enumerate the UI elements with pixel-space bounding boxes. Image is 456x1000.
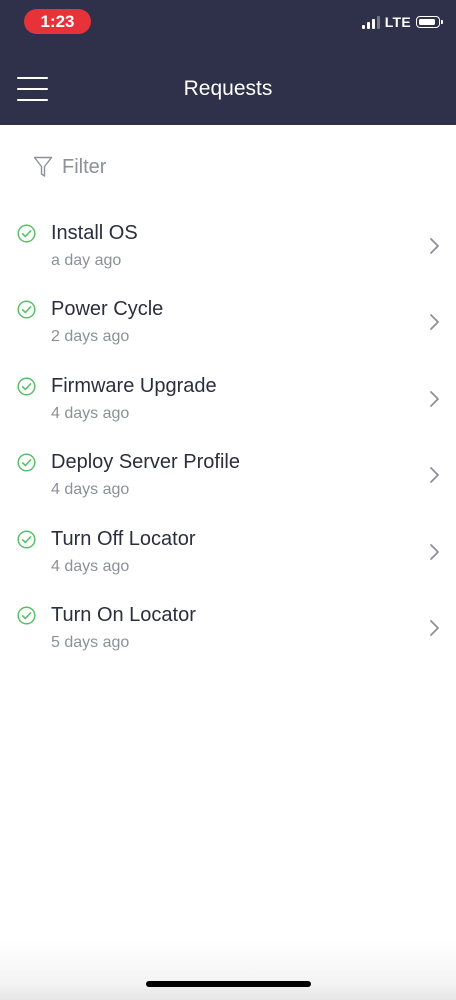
list-item[interactable]: Turn On Locator 5 days ago [0,592,456,668]
filter-placeholder: Filter [62,155,107,178]
check-circle-icon [17,453,36,472]
signal-icon [361,15,380,29]
list-item[interactable]: Firmware Upgrade 4 days ago [0,363,456,439]
check-circle-icon [17,530,36,549]
chevron-right-icon [430,620,439,636]
check-circle-icon [17,606,36,625]
page-title: Requests [183,77,273,100]
chevron-right-icon [430,238,439,254]
check-circle-icon [17,224,36,243]
network-label: LTE [384,14,411,30]
chevron-right-icon [430,314,439,331]
request-time: 4 days ago [51,557,130,575]
list-item[interactable]: Deploy Server Profile 4 days ago [0,439,456,515]
request-title: Turn Off Locator [51,527,196,550]
request-title: Deploy Server Profile [51,451,240,474]
check-circle-icon [17,300,36,319]
request-title: Install OS [51,222,138,244]
status-indicators: LTE [361,14,443,30]
chevron-right-icon [430,467,439,484]
status-time: 1:23 [24,9,91,34]
requests-screen: 1:23 LTE Requests Filter Install OSa da [0,0,456,1000]
request-title: Turn On Locator [51,603,196,626]
list-item[interactable]: Turn Off Locator 4 days ago [0,516,456,592]
list-item[interactable]: Power Cycle 2 days ago [0,286,456,362]
top-bar: 1:23 LTE Requests [0,0,456,125]
request-time: a day ago [51,252,122,269]
request-title: Power Cycle [51,298,164,321]
filter-input[interactable]: Filter [33,152,106,182]
request-list: Install OS a day ago Power Cycle 2 days ago… [0,210,456,668]
chevron-right-icon [430,543,439,560]
request-title: Firmware Upgrade [51,374,217,397]
request-time: 5 days ago [51,633,130,651]
funnel-icon [33,156,53,177]
request-time: 2 days ago [51,328,130,346]
check-circle-icon [17,377,36,396]
request-time: 4 days ago [51,404,130,422]
list-item[interactable]: Install OS a day ago [0,210,456,286]
request-time: 4 days ago [51,481,130,499]
battery-icon [416,16,443,28]
home-indicator[interactable] [146,981,311,987]
bottom-bar [0,940,456,1000]
chevron-right-icon [430,390,439,407]
